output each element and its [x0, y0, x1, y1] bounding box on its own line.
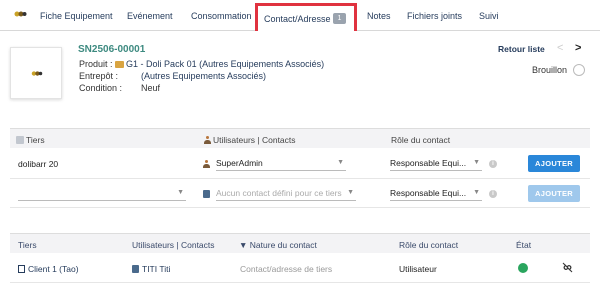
chevron-down-icon: ▼: [337, 159, 344, 166]
row-divider: [10, 178, 590, 179]
warehouse-label: Entrepôt :: [79, 71, 119, 81]
warehouse-link[interactable]: (Autres Equipements Associés): [141, 71, 266, 81]
product-label: Produit :: [79, 59, 113, 69]
building-icon: [16, 136, 24, 144]
equipment-logo-icon: [31, 71, 43, 76]
tab-notes[interactable]: Notes: [367, 11, 391, 21]
status-label: Brouillon: [532, 65, 568, 75]
product-folder-icon: [115, 61, 125, 68]
condition-value: Neuf: [141, 83, 161, 93]
condition-label: Condition :: [79, 83, 123, 93]
chevron-down-icon: ▼: [347, 189, 354, 196]
sort-down-icon: ▼: [239, 240, 250, 250]
list-header-users[interactable]: Utilisateurs | Contacts: [132, 240, 215, 250]
row-divider: [10, 282, 590, 283]
row-tiers[interactable]: Client 1 (Tao): [18, 264, 79, 274]
row-nature: Contact/adresse de tiers: [240, 264, 333, 274]
contacts-list-header: Tiers Utilisateurs | Contacts ▼ Nature d…: [10, 233, 590, 253]
user-select-value: SuperAdmin: [216, 158, 263, 168]
contact-card-icon: [203, 190, 210, 198]
header-tiers: Tiers: [16, 135, 45, 145]
product-link[interactable]: G1 - Doli Pack 01 (Autres Equipements As…: [126, 59, 324, 69]
list-header-nature[interactable]: ▼ Nature du contact: [239, 240, 317, 250]
add-user-button[interactable]: AJOUTER: [528, 155, 580, 172]
tab-evenement[interactable]: Evénement: [127, 11, 173, 21]
role-select-2[interactable]: Responsable Equi... ▼: [390, 186, 482, 201]
tab-fichiers-joints[interactable]: Fichiers joints: [407, 11, 462, 21]
role-select-2-value: Responsable Equi...: [390, 188, 467, 198]
contact-select-placeholder: Aucun contact défini pour ce tiers: [216, 188, 342, 198]
add-contact-button[interactable]: AJOUTER: [528, 185, 580, 202]
tiers-select[interactable]: ▼: [18, 186, 186, 201]
tab-contact-adresse[interactable]: Contact/Adresse 1: [255, 3, 357, 31]
condition-row: Condition : Neuf: [79, 83, 160, 93]
header-users-contacts: Utilisateurs | Contacts: [204, 135, 296, 145]
previous-record-button[interactable]: <: [557, 42, 563, 54]
list-header-state[interactable]: État: [516, 240, 531, 250]
tab-bar: Fiche Equipement Evénement Consommation …: [0, 0, 600, 31]
info-icon[interactable]: i: [489, 160, 497, 168]
tab-consommation[interactable]: Consommation: [191, 11, 252, 21]
row-divider: [10, 207, 590, 208]
equipment-photo: [10, 47, 62, 99]
tab-suivi[interactable]: Suivi: [479, 11, 499, 21]
status-indicator[interactable]: [573, 64, 585, 76]
building-icon: [18, 265, 25, 273]
role-select-1[interactable]: Responsable Equi... ▼: [390, 156, 482, 171]
row-role: Utilisateur: [399, 264, 437, 274]
list-header-tiers[interactable]: Tiers: [18, 240, 37, 250]
warehouse-row: Entrepôt : (Autres Equipements Associés): [79, 71, 266, 81]
status-active-indicator[interactable]: [518, 263, 528, 273]
user-icon: [204, 136, 211, 144]
tab-contact-adresse-label: Contact/Adresse: [264, 14, 331, 24]
user-icon: [203, 160, 210, 168]
back-to-list-link[interactable]: Retour liste: [498, 44, 545, 54]
row-contact[interactable]: TITI Titi: [132, 264, 170, 274]
tab-count-badge: 1: [333, 13, 346, 24]
contact-select[interactable]: Aucun contact défini pour ce tiers ▼: [216, 186, 356, 201]
user-select[interactable]: SuperAdmin ▼: [216, 156, 346, 171]
dolibarr-logo-icon: [14, 10, 27, 18]
chevron-down-icon: ▼: [473, 159, 480, 166]
chevron-down-icon: ▼: [473, 189, 480, 196]
contact-card-icon: [132, 265, 139, 273]
role-select-1-value: Responsable Equi...: [390, 158, 467, 168]
list-header-role[interactable]: Rôle du contact: [399, 240, 458, 250]
row1-tiers: dolibarr 20: [18, 159, 59, 169]
header-role: Rôle du contact: [391, 135, 451, 145]
chevron-down-icon: ▼: [177, 189, 184, 196]
unlink-icon[interactable]: [562, 262, 573, 273]
add-contact-header: Tiers Utilisateurs | Contacts Rôle du co…: [10, 128, 590, 148]
equipment-ref: SN2506-00001: [78, 44, 146, 55]
next-record-button[interactable]: >: [575, 42, 581, 54]
tab-fiche-equipement[interactable]: Fiche Equipement: [40, 11, 113, 21]
product-row: Produit : G1 - Doli Pack 01 (Autres Equi…: [79, 59, 324, 69]
info-icon[interactable]: i: [489, 190, 497, 198]
